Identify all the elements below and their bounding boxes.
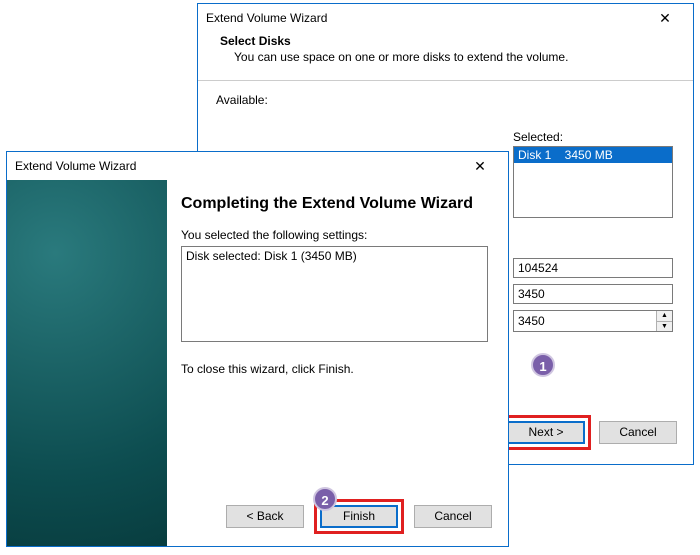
settings-line: Disk selected: Disk 1 (3450 MB)	[186, 249, 483, 263]
wizard-side-graphic	[7, 180, 167, 546]
selected-disk-item[interactable]: Disk 1 3450 MB	[514, 147, 672, 163]
wizard-buttons-front: < Back Finish Cancel	[226, 499, 492, 534]
selected-listbox[interactable]: Disk 1 3450 MB	[513, 146, 673, 218]
next-button[interactable]: Next >	[507, 421, 585, 444]
titlebar-front[interactable]: Extend Volume Wizard ✕	[7, 152, 508, 180]
selected-label: Selected:	[513, 130, 673, 144]
spinner-down-icon[interactable]: ▼	[657, 322, 672, 332]
cancel-button[interactable]: Cancel	[414, 505, 492, 528]
page-heading: Select Disks	[220, 34, 675, 48]
back-button[interactable]: < Back	[226, 505, 304, 528]
spinner-value[interactable]: 3450	[514, 311, 656, 331]
close-instruction: To close this wizard, click Finish.	[181, 362, 488, 376]
spinner-up-icon[interactable]: ▲	[657, 311, 672, 322]
available-label: Available:	[216, 93, 268, 107]
total-size-field: 104524	[513, 258, 673, 278]
wizard-header: Select Disks You can use space on one or…	[198, 34, 693, 74]
completing-wizard-window: Extend Volume Wizard ✕ Completing the Ex…	[6, 151, 509, 547]
space-amount-spinner[interactable]: 3450 ▲ ▼	[513, 310, 673, 332]
callout-2: 2	[313, 487, 337, 511]
close-icon[interactable]: ✕	[460, 158, 500, 175]
settings-summary[interactable]: Disk selected: Disk 1 (3450 MB)	[181, 246, 488, 342]
page-subheading: You can use space on one or more disks t…	[234, 50, 675, 64]
cancel-button[interactable]: Cancel	[599, 421, 677, 444]
titlebar-back[interactable]: Extend Volume Wizard ✕	[198, 4, 693, 32]
highlight-next: Next >	[501, 415, 591, 450]
settings-intro: You selected the following settings:	[181, 228, 488, 242]
window-title: Extend Volume Wizard	[15, 159, 460, 173]
completing-heading: Completing the Extend Volume Wizard	[181, 194, 488, 214]
window-title: Extend Volume Wizard	[206, 11, 645, 25]
callout-1: 1	[531, 353, 555, 377]
max-space-field: 3450	[513, 284, 673, 304]
close-icon[interactable]: ✕	[645, 10, 685, 27]
